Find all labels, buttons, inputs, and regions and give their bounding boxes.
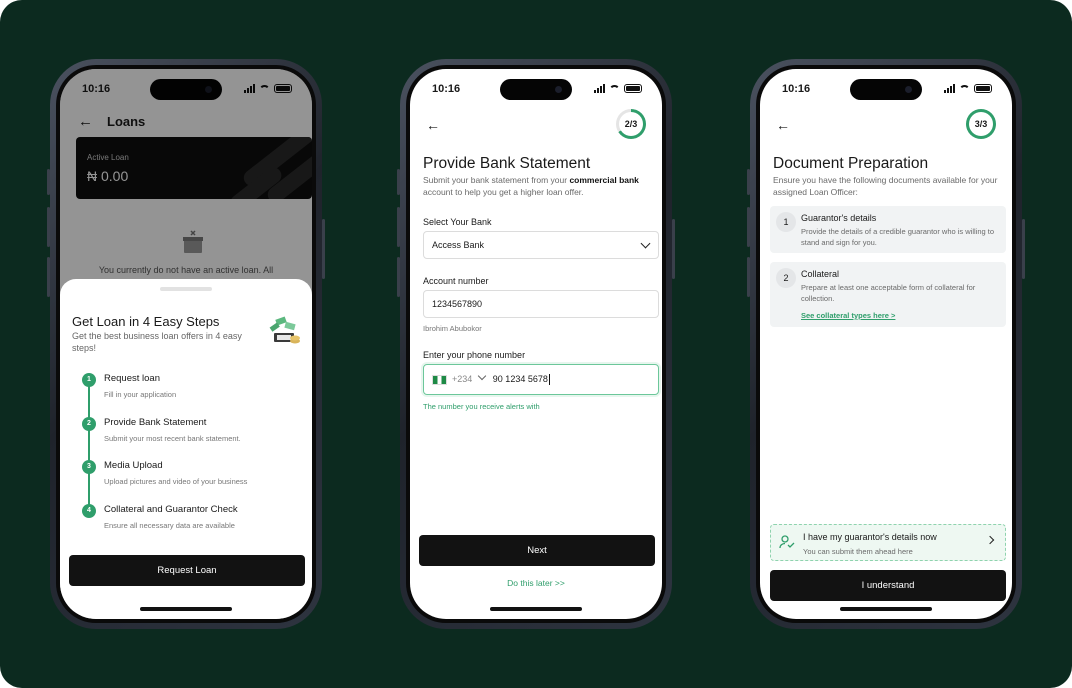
item-number: 2	[776, 268, 796, 288]
chevron-down-icon	[477, 371, 487, 381]
sheet-title: Get Loan in 4 Easy Steps	[72, 314, 220, 329]
country-code[interactable]: +234	[452, 374, 472, 384]
progress-label: 3/3	[969, 112, 993, 136]
nigeria-flag-icon	[432, 374, 447, 385]
screen-loans: 10:16 ← Loans Active Loan ₦ 0.00 You cur…	[60, 69, 312, 619]
wifi-icon	[959, 84, 970, 93]
bank-select-value: Access Bank	[432, 240, 485, 250]
phone-3: 10:16 ← 3/3 Document Preparation Ensure …	[747, 59, 1025, 629]
progress-label: 2/3	[619, 112, 643, 136]
page-title: Document Preparation	[773, 155, 929, 172]
page-description: Ensure you have the following documents …	[773, 175, 998, 197]
wifi-icon	[609, 84, 620, 93]
chevron-down-icon	[640, 238, 651, 249]
step-item: 3 Media Upload Upload pictures and video…	[82, 458, 302, 502]
battery-icon	[974, 84, 992, 93]
request-loan-button[interactable]: Request Loan	[69, 555, 305, 586]
step-number: 4	[82, 503, 96, 518]
steps-list: 1 Request loan Fill in your application …	[82, 371, 302, 545]
next-button[interactable]: Next	[419, 535, 655, 566]
step-desc: Ensure all necessary data are available	[104, 520, 235, 530]
step-item: 1 Request loan Fill in your application	[82, 371, 302, 415]
bank-select[interactable]: Access Bank	[423, 231, 659, 259]
canvas: 10:16 ← Loans Active Loan ₦ 0.00 You cur…	[0, 0, 1072, 688]
banner-title: I have my guarantor's details now	[803, 532, 937, 542]
phone-field[interactable]: +234 90 1234 5678	[423, 364, 659, 395]
phone-hint: The number you receive alerts with	[423, 402, 540, 411]
signal-icon	[944, 84, 955, 93]
money-illustration-icon	[268, 313, 302, 347]
screen-bank-statement: 10:16 ← 2/3 Provide Bank Statement Submi…	[410, 69, 662, 619]
step-desc: Upload pictures and video of your busine…	[104, 477, 248, 486]
banner-subtitle: You can submit them ahead here	[803, 547, 913, 556]
page-title: Provide Bank Statement	[423, 155, 591, 172]
document-item: 2 Collateral Prepare at least one accept…	[770, 262, 1006, 327]
account-name: Ibrohim Abubokor	[423, 324, 482, 333]
account-number-field[interactable]: 1234567890	[423, 290, 659, 318]
step-item: 4 Collateral and Guarantor Check Ensure …	[82, 502, 302, 546]
status-time: 10:16	[432, 83, 461, 95]
item-number: 1	[776, 212, 796, 232]
item-desc: Prepare at least one acceptable form of …	[801, 283, 976, 304]
do-later-link[interactable]: Do this later >>	[410, 578, 662, 588]
step-title: Provide Bank Statement	[104, 416, 207, 428]
account-number-label: Account number	[423, 276, 489, 286]
progress-ring: 3/3	[966, 109, 996, 139]
text-caret	[548, 374, 550, 386]
step-title: Request loan	[104, 373, 160, 384]
step-title: Media Upload	[104, 460, 163, 471]
page-description: Submit your bank statement from your com…	[423, 175, 639, 197]
step-item: 2 Provide Bank Statement Submit your mos…	[82, 415, 302, 459]
step-number: 2	[82, 416, 96, 431]
back-arrow-icon[interactable]: ←	[426, 117, 440, 133]
account-number-value: 1234567890	[432, 299, 483, 309]
user-check-icon	[779, 534, 795, 550]
sheet-grabber[interactable]	[160, 287, 212, 291]
item-desc: Provide the details of a credible guaran…	[801, 227, 995, 248]
phone-1: 10:16 ← Loans Active Loan ₦ 0.00 You cur…	[47, 59, 325, 629]
status-bar: 10:16	[410, 81, 662, 97]
phone-2: 10:16 ← 2/3 Provide Bank Statement Submi…	[397, 59, 675, 629]
collateral-types-link[interactable]: See collateral types here >	[801, 311, 895, 320]
screen-document-prep: 10:16 ← 3/3 Document Preparation Ensure …	[760, 69, 1012, 619]
item-title: Collateral	[801, 269, 840, 279]
step-number: 1	[82, 373, 96, 387]
progress-ring: 2/3	[616, 109, 646, 139]
step-number: 3	[82, 460, 96, 474]
sheet-subtitle: Get the best business loan offers in 4 e…	[72, 331, 242, 353]
step-desc: Fill in your application	[104, 390, 177, 399]
home-indicator	[840, 607, 932, 611]
steps-bottom-sheet: Get Loan in 4 Easy Steps Get the best bu…	[60, 279, 312, 619]
status-bar: 10:16	[760, 81, 1012, 97]
battery-icon	[624, 84, 642, 93]
chevron-right-icon	[985, 535, 995, 545]
phone-label: Enter your phone number	[423, 350, 526, 360]
guarantor-details-banner[interactable]: I have my guarantor's details now You ca…	[770, 524, 1006, 561]
i-understand-button[interactable]: I understand	[770, 570, 1006, 601]
step-title: Collateral and Guarantor Check	[104, 503, 238, 515]
phone-value: 90 1234 5678	[492, 374, 548, 384]
document-item: 1 Guarantor's details Provide the detail…	[770, 206, 1006, 253]
bank-select-label: Select Your Bank	[423, 217, 492, 227]
back-arrow-icon[interactable]: ←	[776, 117, 790, 133]
signal-icon	[594, 84, 605, 93]
home-indicator	[140, 607, 232, 611]
home-indicator	[490, 607, 582, 611]
item-title: Guarantor's details	[801, 213, 877, 223]
step-desc: Submit your most recent bank statement.	[104, 433, 241, 443]
status-time: 10:16	[782, 83, 811, 95]
